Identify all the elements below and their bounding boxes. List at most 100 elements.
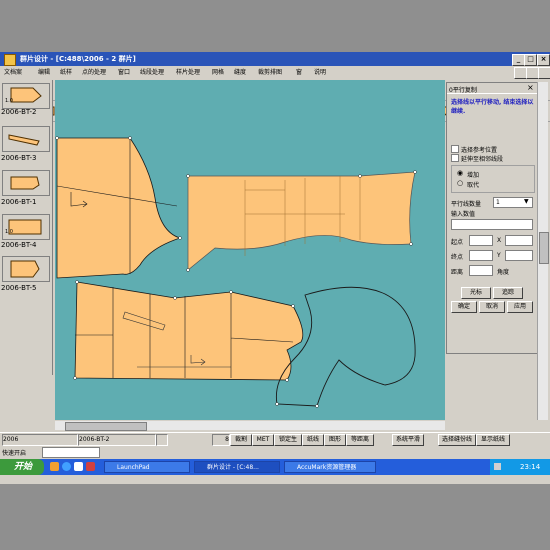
- status-btn-5[interactable]: 图形: [324, 434, 346, 446]
- menu-file[interactable]: 文档案: [4, 66, 22, 79]
- piece-1-icon: [10, 87, 42, 103]
- distance-label: 距离: [451, 269, 464, 276]
- piece-thumbnail-1[interactable]: 1.0: [2, 83, 50, 109]
- add-radio[interactable]: ◉: [457, 169, 463, 177]
- quicklaunch-icon-3[interactable]: [74, 462, 83, 471]
- status-swatch: [156, 434, 168, 446]
- piece-label-1[interactable]: 2006-BT-2: [1, 108, 37, 116]
- piece-4-icon: [8, 219, 42, 235]
- doc-close-button[interactable]: [538, 67, 550, 79]
- input-label: 输入数值: [451, 211, 476, 218]
- x-field[interactable]: [505, 235, 533, 246]
- trace-button[interactable]: 追踪: [493, 287, 523, 299]
- pattern-piece-back[interactable]: [56, 137, 182, 279]
- end-field[interactable]: [469, 250, 493, 261]
- extend-checkbox[interactable]: [451, 154, 459, 162]
- parallel-copy-panel: 0平行复制 × 选择线以平行移动, 结束选择以继续. 选择参考位置 延伸至相邻线…: [446, 82, 538, 354]
- pattern-piece-sleeve[interactable]: [187, 171, 416, 271]
- piece-5-icon: [10, 260, 40, 278]
- count-label: 平行线数量: [451, 201, 482, 208]
- app-icon: [4, 54, 16, 66]
- piece-thumbnail-5[interactable]: [2, 256, 50, 282]
- task-launchpad[interactable]: LaunchPad: [104, 461, 190, 473]
- piece-label-2[interactable]: 2006-BT-3: [1, 154, 37, 162]
- cancel-button[interactable]: 取消: [479, 301, 505, 313]
- status-bar: 2006 2006-BT-2 8 裁割 MET 锁定生 纸线 图形 等距离 系统…: [0, 432, 550, 446]
- menu-lines[interactable]: 线段处理: [140, 66, 164, 79]
- vertical-scroll-thumb[interactable]: [539, 232, 549, 264]
- menu-grade[interactable]: 缝度: [234, 66, 246, 79]
- task-pattern-design[interactable]: 群片设计 - [C:48...: [194, 461, 280, 473]
- status-btn-1[interactable]: 裁割: [230, 434, 252, 446]
- title-bar: 群片设计 - [C:488\2006 - 2 群片] _ □ ×: [0, 52, 550, 66]
- menu-cutting[interactable]: 裁剪排图: [258, 66, 282, 79]
- quicklaunch-icon-1[interactable]: [50, 462, 59, 471]
- count-select[interactable]: 1 ▼: [493, 197, 533, 208]
- piece-thumbnail-4[interactable]: 1.0: [2, 214, 50, 240]
- y-field[interactable]: [505, 250, 533, 261]
- cursor-button[interactable]: 光标: [461, 287, 491, 299]
- quick-open-field[interactable]: [42, 447, 100, 458]
- maximize-button[interactable]: □: [524, 54, 537, 66]
- status-btn-7[interactable]: 系统平滑: [392, 434, 424, 446]
- menu-piece[interactable]: 样片处理: [176, 66, 200, 79]
- pattern-piece-front[interactable]: [74, 281, 304, 381]
- status-btn-4[interactable]: 纸线: [302, 434, 324, 446]
- horizontal-scroll-thumb[interactable]: [65, 422, 147, 431]
- status-btn-8[interactable]: 选择缝份线: [438, 434, 476, 446]
- start-label: 开始: [14, 462, 33, 472]
- status-btn-6[interactable]: 等距离: [346, 434, 374, 446]
- menu-grid[interactable]: 网格: [212, 66, 224, 79]
- zoom-value: 8: [225, 436, 229, 443]
- extend-label: 延伸至相邻线段: [461, 156, 504, 163]
- system-tray: 23:14: [490, 459, 550, 475]
- ref-position-checkbox[interactable]: [451, 145, 459, 153]
- angle-label: 角度: [497, 269, 510, 276]
- status-btn-9[interactable]: 显示纸线: [476, 434, 510, 446]
- piece-2-icon: [8, 134, 40, 146]
- apply-button[interactable]: 应用: [507, 301, 533, 313]
- menu-edit[interactable]: 编辑: [38, 66, 50, 79]
- piece-label-4[interactable]: 2006-BT-4: [1, 241, 37, 249]
- quick-open-label: 快速开启: [2, 450, 27, 457]
- input-field[interactable]: [451, 219, 533, 230]
- start-button[interactable]: 开始: [0, 459, 44, 475]
- menu-view[interactable]: 窗: [296, 66, 302, 79]
- drawing-canvas[interactable]: [55, 80, 445, 420]
- piece-3-icon: [10, 176, 40, 190]
- menu-window[interactable]: 窗口: [118, 66, 130, 79]
- piece-size-1: 1.0: [5, 98, 13, 104]
- quicklaunch-icon-4[interactable]: [86, 462, 95, 471]
- panel-title: 0平行复制: [449, 87, 477, 94]
- ok-button[interactable]: 确定: [451, 301, 477, 313]
- window-title: 群片设计 - [C:488\2006 - 2 群片]: [20, 55, 136, 63]
- menu-help[interactable]: 说明: [314, 66, 326, 79]
- menu-points[interactable]: 点的处理: [82, 66, 106, 79]
- piece-label-3[interactable]: 2006-BT-1: [1, 198, 37, 206]
- piece-label-5[interactable]: 2006-BT-5: [1, 284, 37, 292]
- piece-list-panel: 1.0 2006-BT-2 2006-BT-3 2006-BT-1 1.0 20…: [0, 80, 53, 375]
- vertical-scrollbar[interactable]: [537, 82, 549, 420]
- status-zoom[interactable]: 8: [212, 434, 230, 446]
- ref-position-label: 选择参考位置: [461, 147, 498, 154]
- panel-close-icon[interactable]: ×: [527, 83, 534, 92]
- start-field[interactable]: [469, 235, 493, 246]
- piece-thumbnail-2[interactable]: [2, 126, 50, 152]
- status-btn-3[interactable]: 锁定生: [274, 434, 302, 446]
- pattern-piece-collar[interactable]: [275, 286, 416, 407]
- y-label: Y: [497, 252, 501, 259]
- quicklaunch-icon-2[interactable]: [62, 462, 71, 471]
- horizontal-scrollbar[interactable]: [55, 421, 445, 431]
- task-accumark[interactable]: AccuMark资源管理器: [284, 461, 376, 473]
- menu-pattern[interactable]: 纸样: [60, 66, 72, 79]
- replace-radio[interactable]: ○: [457, 179, 463, 187]
- tray-icon[interactable]: [494, 463, 501, 470]
- status-btn-2[interactable]: MET: [252, 434, 274, 446]
- distance-field[interactable]: [469, 265, 493, 276]
- status-model: 2006: [2, 434, 78, 446]
- piece-thumbnail-3[interactable]: [2, 170, 50, 196]
- close-button[interactable]: ×: [537, 54, 550, 66]
- status-piece: 2006-BT-2: [78, 434, 156, 446]
- piece-size-4: 1.0: [5, 229, 13, 235]
- add-radio-label: 增加: [467, 172, 480, 179]
